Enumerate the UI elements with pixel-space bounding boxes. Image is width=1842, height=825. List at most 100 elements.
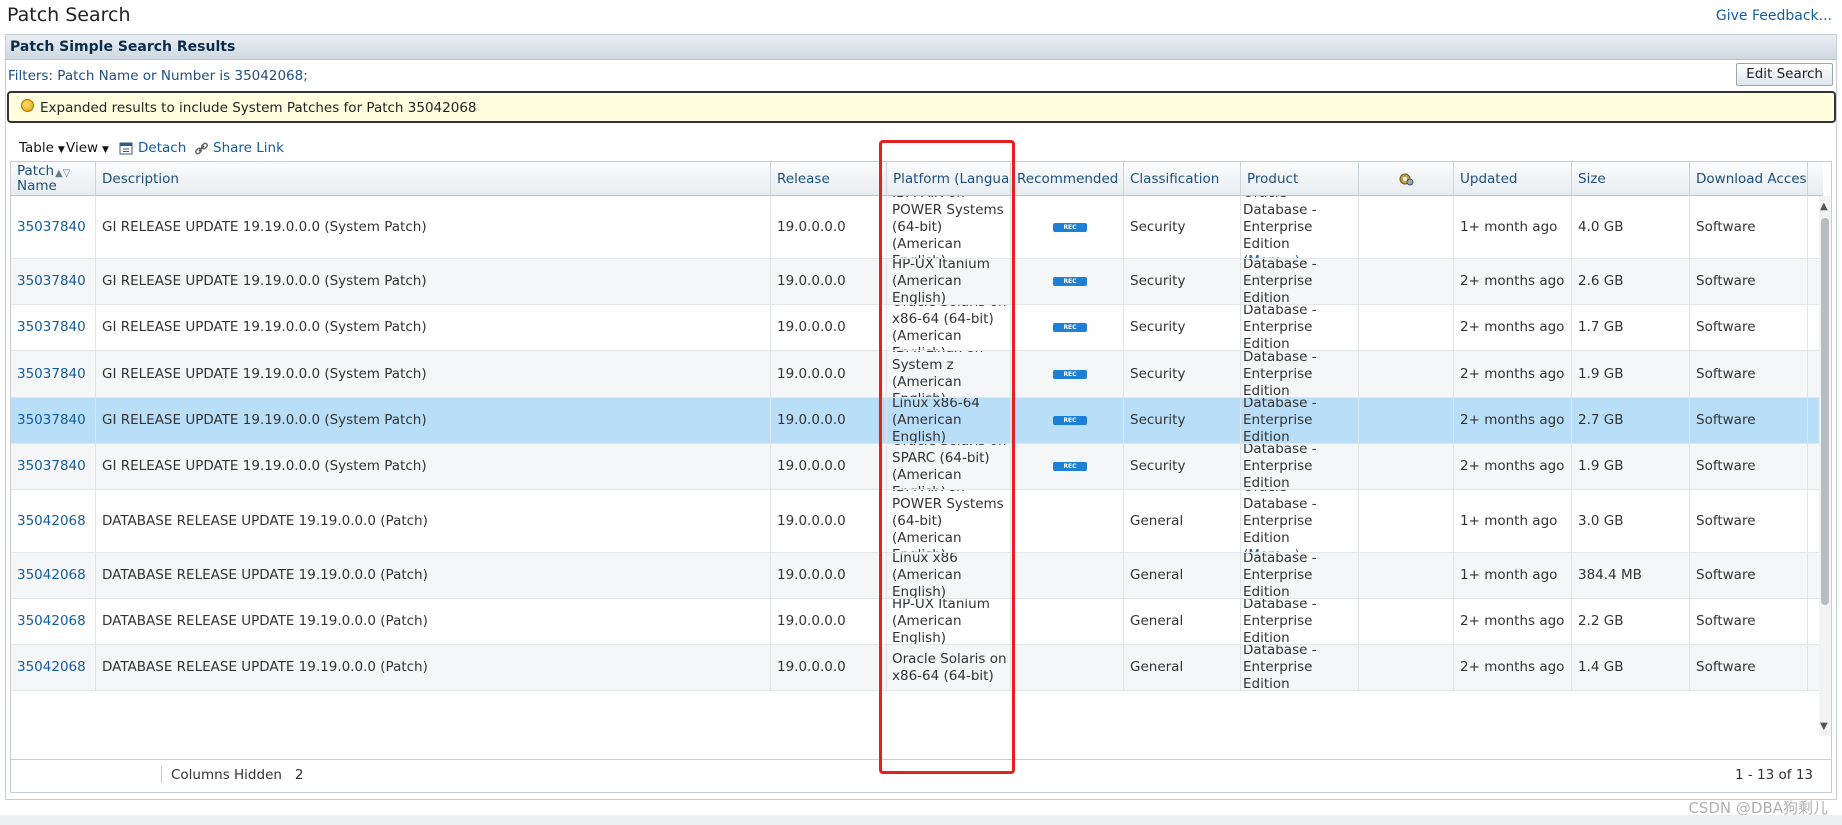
settings-cell bbox=[1359, 351, 1454, 397]
platform-cell: IBM AIX on POWER Systems (64-bit) (Ameri… bbox=[887, 196, 1011, 258]
patch-number-link[interactable]: 35042068 bbox=[11, 553, 96, 598]
column-header-recommended[interactable]: Recommended bbox=[1011, 162, 1124, 196]
share-link-button[interactable]: Share Link bbox=[194, 140, 284, 156]
download-access-cell: Software bbox=[1690, 259, 1808, 304]
link-icon bbox=[195, 142, 208, 154]
product-cell: Oracle Database - Enterprise Edition(Mor… bbox=[1241, 305, 1359, 350]
column-header-description[interactable]: Description bbox=[96, 162, 771, 196]
table-row[interactable]: 35037840 GI RELEASE UPDATE 19.19.0.0.0 (S… bbox=[11, 259, 1823, 305]
chevron-down-icon: ▼ bbox=[102, 145, 109, 155]
size-cell: 1.7 GB bbox=[1572, 305, 1690, 350]
patch-number-link[interactable]: 35037840 bbox=[11, 259, 96, 304]
patch-number-link[interactable]: 35037840 bbox=[11, 351, 96, 397]
description-cell: DATABASE RELEASE UPDATE 19.19.0.0.0 (Pat… bbox=[96, 645, 771, 690]
page-header: Patch Search Give Feedback... bbox=[0, 0, 1842, 32]
recommended-cell bbox=[1011, 599, 1124, 644]
description-cell: GI RELEASE UPDATE 19.19.0.0.0 (System Pa… bbox=[96, 305, 771, 350]
table-row[interactable]: 35042068 DATABASE RELEASE UPDATE 19.19.0.… bbox=[11, 645, 1823, 691]
table-row[interactable]: 35042068 DATABASE RELEASE UPDATE 19.19.0.… bbox=[11, 490, 1823, 553]
updated-cell: 1+ month ago bbox=[1454, 553, 1572, 598]
more-products-link[interactable]: (More...) bbox=[1243, 547, 1300, 553]
column-header-patch-name[interactable]: Patch Name ▲▽ bbox=[11, 162, 96, 196]
product-name: Oracle Database - Enterprise Edition bbox=[1243, 259, 1317, 304]
column-header-size[interactable]: Size bbox=[1572, 162, 1690, 196]
updated-cell: 2+ months ago bbox=[1454, 398, 1572, 443]
column-header-classification[interactable]: Classification bbox=[1124, 162, 1241, 196]
table-row[interactable]: 35042068 DATABASE RELEASE UPDATE 19.19.0.… bbox=[11, 599, 1823, 645]
column-header-platform[interactable]: Platform (Language) bbox=[887, 162, 1011, 196]
columns-hidden-info: Columns Hidden 2 bbox=[171, 767, 303, 783]
product-cell: Oracle Database - Enterprise Edition(Mor… bbox=[1241, 444, 1359, 489]
download-access-cell: Software bbox=[1690, 196, 1808, 258]
platform-cell: HP-UX Itanium (American English) bbox=[887, 599, 1011, 644]
more-products-link[interactable]: (More...) bbox=[1243, 253, 1300, 259]
release-cell: 19.0.0.0.0 bbox=[771, 553, 887, 598]
column-header-release[interactable]: Release bbox=[771, 162, 887, 196]
recommended-badge: REC bbox=[1053, 369, 1087, 379]
filters-text: Filters: Patch Name or Number is 3504206… bbox=[8, 68, 308, 84]
table-row[interactable]: 35037840 GI RELEASE UPDATE 19.19.0.0.0 (S… bbox=[11, 398, 1823, 444]
updated-cell: 2+ months ago bbox=[1454, 444, 1572, 489]
view-menu[interactable]: View ▼ bbox=[66, 140, 109, 156]
updated-cell: 2+ months ago bbox=[1454, 351, 1572, 397]
patch-number-link[interactable]: 35037840 bbox=[11, 305, 96, 350]
size-cell: 2.2 GB bbox=[1572, 599, 1690, 644]
description-cell: DATABASE RELEASE UPDATE 19.19.0.0.0 (Pat… bbox=[96, 490, 771, 552]
detach-label: Detach bbox=[138, 140, 187, 156]
filter-row: Filters: Patch Name or Number is 3504206… bbox=[6, 61, 1836, 89]
size-cell: 3.0 GB bbox=[1572, 490, 1690, 552]
column-header-download-access[interactable]: Download Access bbox=[1690, 162, 1808, 196]
columns-hidden-count: 2 bbox=[294, 767, 304, 783]
table-row[interactable]: 35037840 GI RELEASE UPDATE 19.19.0.0.0 (S… bbox=[11, 444, 1823, 490]
column-header-updated[interactable]: Updated bbox=[1454, 162, 1572, 196]
product-cell: Oracle Database - Enterprise Edition(Mor… bbox=[1241, 196, 1359, 258]
product-name: Oracle Database - Enterprise Edition bbox=[1243, 490, 1317, 546]
detach-button[interactable]: Detach bbox=[119, 140, 186, 156]
vertical-scrollbar[interactable]: ▲ ▼ bbox=[1819, 196, 1831, 736]
edit-search-button[interactable]: Edit Search bbox=[1736, 63, 1833, 86]
product-name: Oracle Database - Enterprise Edition bbox=[1243, 553, 1317, 598]
recommended-badge: REC bbox=[1053, 323, 1087, 332]
scrollbar-thumb[interactable] bbox=[1821, 218, 1829, 605]
table-row[interactable]: 35042068 DATABASE RELEASE UPDATE 19.19.0.… bbox=[11, 553, 1823, 599]
settings-cell bbox=[1359, 553, 1454, 598]
column-header-settings[interactable] bbox=[1359, 162, 1454, 196]
table-row[interactable]: 35037840 GI RELEASE UPDATE 19.19.0.0.0 (S… bbox=[11, 196, 1823, 259]
release-cell: 19.0.0.0.0 bbox=[771, 444, 887, 489]
product-cell: Oracle Database - Enterprise Edition(Mor… bbox=[1241, 553, 1359, 598]
classification-cell: Security bbox=[1124, 351, 1241, 397]
updated-cell: 1+ month ago bbox=[1454, 196, 1572, 258]
scroll-down-icon[interactable]: ▼ bbox=[1820, 721, 1828, 732]
patch-number-link[interactable]: 35042068 bbox=[11, 490, 96, 552]
table-row[interactable]: 35037840 GI RELEASE UPDATE 19.19.0.0.0 (S… bbox=[11, 351, 1823, 398]
table-row[interactable]: 35037840 GI RELEASE UPDATE 19.19.0.0.0 (S… bbox=[11, 305, 1823, 351]
recommended-cell: REC bbox=[1011, 444, 1124, 489]
sort-icon[interactable]: ▲▽ bbox=[55, 166, 70, 181]
patch-number-link[interactable]: 35042068 bbox=[11, 599, 96, 644]
release-cell: 19.0.0.0.0 bbox=[771, 599, 887, 644]
table-menu[interactable]: Table ▼ bbox=[19, 140, 65, 156]
release-cell: 19.0.0.0.0 bbox=[771, 645, 887, 690]
give-feedback-link[interactable]: Give Feedback... bbox=[1716, 8, 1832, 24]
description-cell: GI RELEASE UPDATE 19.19.0.0.0 (System Pa… bbox=[96, 398, 771, 443]
classification-cell: Security bbox=[1124, 444, 1241, 489]
size-cell: 2.7 GB bbox=[1572, 398, 1690, 443]
download-access-cell: Software bbox=[1690, 398, 1808, 443]
column-header-product[interactable]: Product bbox=[1241, 162, 1359, 196]
platform-cell: Linux x86-64 (American English) bbox=[887, 398, 1011, 443]
table-footer: Columns Hidden 2 1 - 13 of 13 bbox=[11, 759, 1831, 789]
patch-number-link[interactable]: 35037840 bbox=[11, 444, 96, 489]
recommended-badge: REC bbox=[1053, 222, 1087, 232]
settings-cell bbox=[1359, 305, 1454, 350]
settings-cell bbox=[1359, 599, 1454, 644]
description-cell: GI RELEASE UPDATE 19.19.0.0.0 (System Pa… bbox=[96, 444, 771, 489]
patch-number-link[interactable]: 35037840 bbox=[11, 196, 96, 258]
classification-cell: Security bbox=[1124, 259, 1241, 304]
updated-cell: 2+ months ago bbox=[1454, 599, 1572, 644]
patch-number-link[interactable]: 35042068 bbox=[11, 645, 96, 690]
download-access-cell: Software bbox=[1690, 490, 1808, 552]
patch-number-link[interactable]: 35037840 bbox=[11, 398, 96, 443]
scroll-up-icon[interactable]: ▲ bbox=[1820, 201, 1828, 212]
bottom-bar bbox=[0, 815, 1842, 825]
share-link-label: Share Link bbox=[213, 140, 284, 156]
